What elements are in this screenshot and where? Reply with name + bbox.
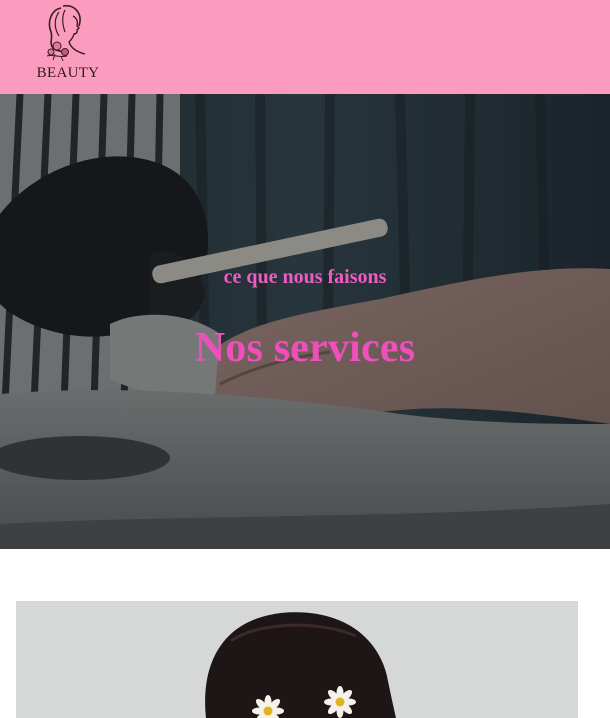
hero-dark-overlay (0, 94, 610, 549)
service-image (16, 601, 578, 718)
section-spacer (0, 549, 610, 601)
page-title: Nos services (194, 325, 416, 371)
woman-with-daisies-photo (16, 601, 578, 718)
woman-profile-logo-icon (46, 4, 86, 62)
brand-name: BEAUTY (36, 65, 100, 81)
hero-subtitle: ce que nous faisons (223, 266, 387, 288)
services-hero: ce que nous faisons Nos services (0, 94, 610, 549)
site-header: BEAUTY (0, 0, 610, 94)
brand-logo-link[interactable]: BEAUTY (31, 4, 105, 82)
